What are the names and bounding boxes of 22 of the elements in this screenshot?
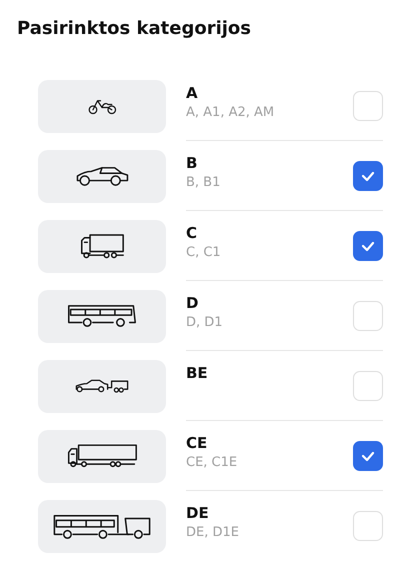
category-name: BE (186, 363, 209, 383)
truck-icon (79, 233, 125, 259)
car-with-trailer-icon (74, 378, 130, 394)
category-name: B (186, 153, 198, 173)
page-title: Pasirinktos kategorijos (17, 18, 252, 39)
checkbox[interactable] (353, 440, 383, 470)
motorcycle-icon (87, 97, 117, 115)
category-name: DE (186, 503, 210, 523)
category-subtypes: C, C1 (186, 244, 222, 262)
category-subtypes: A, A1, A2, AM (186, 104, 276, 122)
category-name: D (186, 293, 200, 313)
category-name: CE (186, 433, 208, 453)
category-subtypes: DE, D1E (186, 524, 240, 542)
category-name: C (186, 223, 198, 243)
checkbox[interactable] (353, 160, 383, 190)
checkbox[interactable] (353, 230, 383, 260)
car-icon (74, 166, 130, 186)
category-subtypes: CE, C1E (186, 454, 238, 472)
category-subtypes: B, B1 (186, 174, 222, 192)
truck-with-trailer-icon (66, 443, 138, 469)
category-name: A (186, 83, 199, 103)
category-subtypes: D, D1 (186, 314, 224, 332)
